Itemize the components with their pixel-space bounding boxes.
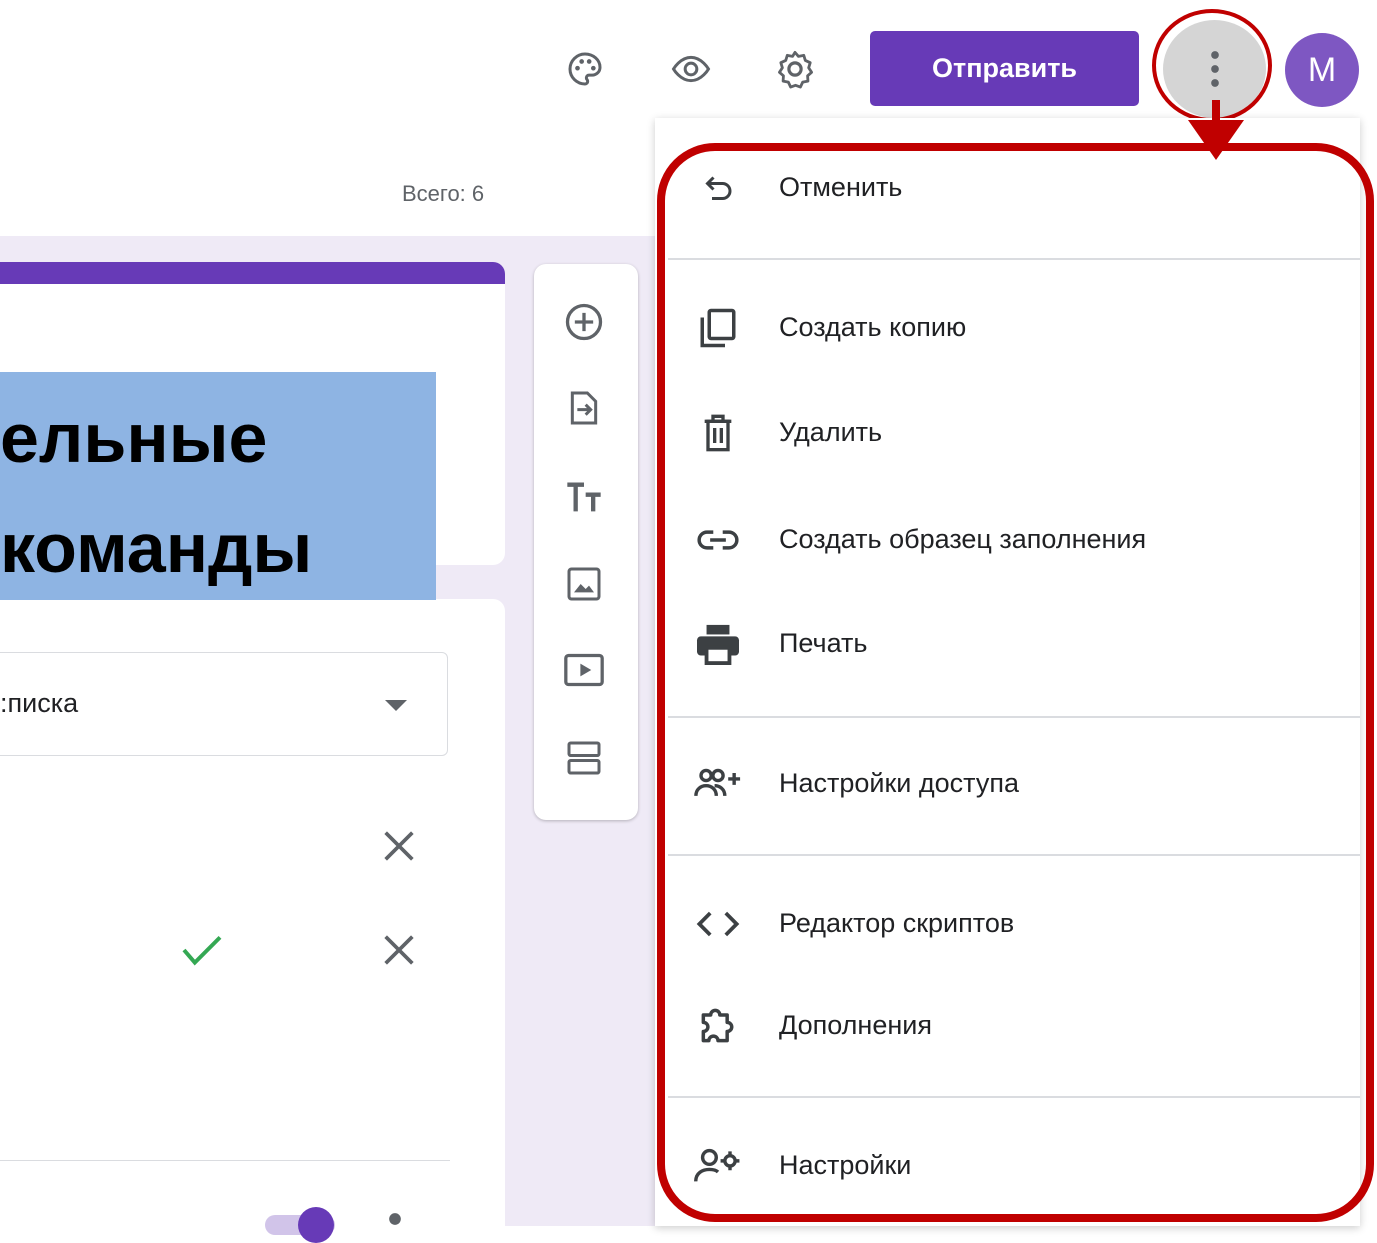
- divider: [0, 1160, 450, 1161]
- dropdown-value: :писка: [0, 688, 79, 718]
- annotation-menu-outline: [657, 143, 1374, 1222]
- close-icon[interactable]: [379, 930, 419, 970]
- palette-icon[interactable]: [562, 46, 608, 92]
- section-icon[interactable]: [556, 730, 612, 786]
- title-text-icon[interactable]: [556, 470, 612, 526]
- close-icon[interactable]: [379, 826, 419, 866]
- add-question-icon[interactable]: [556, 294, 612, 350]
- avatar[interactable]: M: [1285, 33, 1359, 107]
- total-count: Всего: 6: [402, 181, 485, 206]
- toggle-knob[interactable]: [298, 1207, 334, 1243]
- image-icon[interactable]: [556, 556, 612, 612]
- more-vert-icon[interactable]: [388, 1212, 402, 1226]
- chevron-down-icon: [385, 700, 407, 711]
- send-button[interactable]: Отправить: [870, 31, 1139, 106]
- eye-icon[interactable]: [668, 46, 714, 92]
- annotation-arrow-head: [1188, 120, 1244, 160]
- annotation-text-line2: команды: [0, 509, 313, 587]
- check-icon[interactable]: [180, 932, 224, 968]
- import-questions-icon[interactable]: [556, 380, 612, 436]
- video-icon[interactable]: [556, 642, 612, 698]
- question-toolbar: [534, 264, 638, 820]
- annotation-text-line1: ельные: [0, 399, 268, 477]
- gear-icon[interactable]: [772, 46, 818, 92]
